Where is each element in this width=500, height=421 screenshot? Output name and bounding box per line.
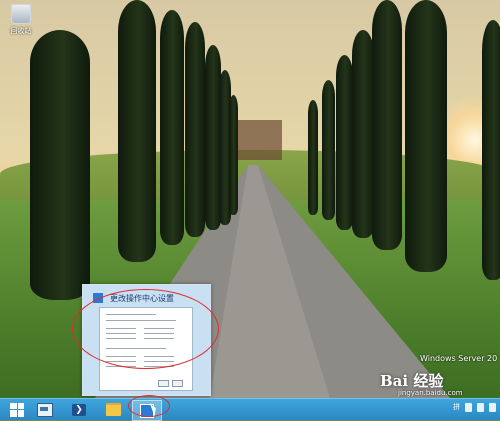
cypress-tree [336, 55, 353, 230]
cypress-tree [352, 30, 374, 238]
baidu-url-watermark: jingyan.baidu.com [398, 389, 463, 397]
cypress-tree [372, 0, 402, 250]
cypress-tree [160, 10, 184, 245]
cypress-tree [405, 0, 447, 272]
windows-icon [10, 402, 24, 417]
cypress-tree [185, 22, 205, 237]
cancel-button [172, 380, 183, 387]
file-explorer-button[interactable] [102, 400, 124, 419]
cypress-tree [482, 20, 500, 280]
cypress-tree [322, 80, 335, 220]
annotation-ellipse [72, 289, 219, 369]
annotation-ellipse [128, 395, 170, 417]
cypress-tree [30, 30, 90, 300]
desktop-background: 回收站 Windows Server 20 Bai 经验 jingyan.bai… [0, 0, 500, 398]
flag-icon[interactable] [489, 402, 496, 412]
recycle-bin-shortcut[interactable]: 回收站 [6, 4, 36, 36]
server-manager-icon [37, 402, 53, 417]
recycle-bin-icon [11, 4, 31, 24]
cypress-tree [308, 100, 318, 215]
network-icon[interactable] [465, 402, 472, 412]
server-manager-button[interactable] [34, 400, 56, 419]
powershell-button[interactable]: ❯ [68, 400, 90, 419]
start-button[interactable] [4, 400, 30, 419]
taskbar: ❯ 拼 [0, 398, 500, 421]
system-tray: 拼 [453, 402, 496, 412]
baidu-watermark: Bai 经验 [380, 372, 444, 390]
cypress-tree [118, 0, 156, 262]
recycle-bin-label: 回收站 [10, 27, 32, 35]
ok-button [158, 380, 169, 387]
cypress-tree [229, 95, 238, 215]
distant-house [238, 120, 282, 160]
volume-icon[interactable] [477, 402, 484, 412]
folder-icon [105, 403, 121, 416]
input-language-indicator[interactable]: 拼 [453, 402, 460, 412]
os-watermark: Windows Server 20 [420, 354, 498, 363]
powershell-icon: ❯ [72, 403, 86, 416]
